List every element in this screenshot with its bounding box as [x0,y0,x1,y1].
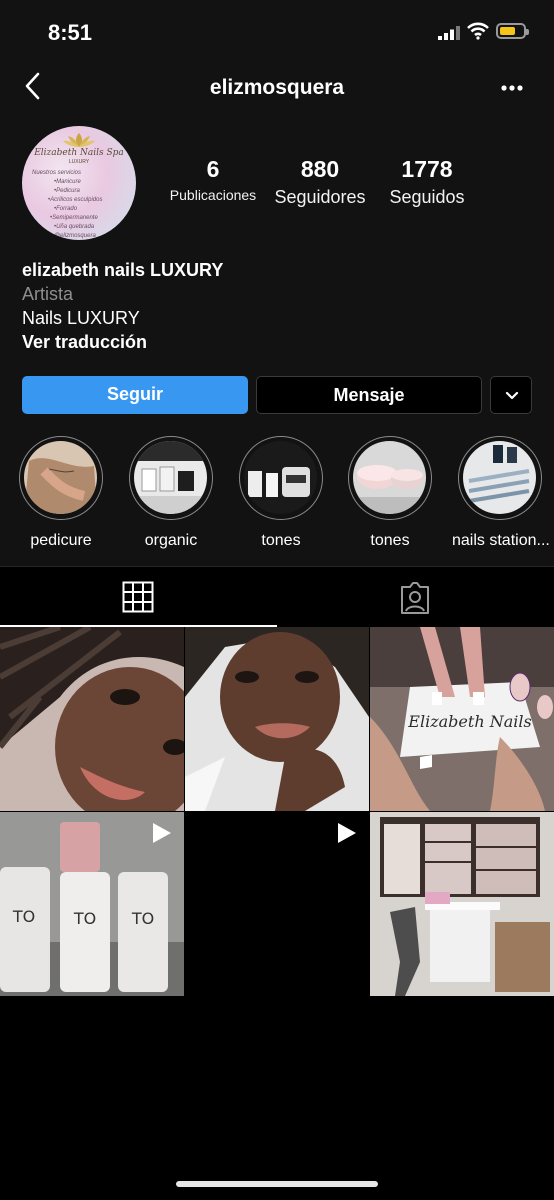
stat-following-count: 1778 [401,156,453,182]
stat-followers[interactable]: 880 Seguidores [268,156,372,208]
highlight-cover [353,441,426,514]
bio-text: Nails LUXURY [22,308,140,328]
bio-name: elizabeth nails LUXURY [22,260,224,280]
bio: elizabeth nails LUXURY Artista Nails LUX… [22,258,223,354]
svg-text:TO: TO [73,909,96,928]
highlight-ring [19,436,103,520]
see-translation-link[interactable]: Ver traducción [22,330,223,354]
suggested-dropdown-button[interactable] [490,376,532,414]
highlight-ring [458,436,542,520]
avatar-service-line: Nuestros servicios [32,170,82,176]
highlight-tones-1[interactable]: tones [233,436,329,550]
highlight-cover [24,441,97,514]
stat-posts[interactable]: 6 Publicaciones [160,156,266,203]
post-thumbnail[interactable] [185,812,369,996]
highlight-label: tones [261,532,301,549]
status-time: 8:51 [48,20,93,45]
stat-posts-count: 6 [206,156,220,182]
highlight-organic[interactable]: organic [123,436,219,550]
more-options-icon[interactable] [498,78,526,98]
highlight-nails-station[interactable]: nails station... [452,436,550,550]
avatar-brand-sub: LUXURY [68,159,90,165]
avatar[interactable]: Elizabeth Nails Spa LUXURY Nuestros serv… [22,126,136,240]
avatar-service-line: •Manicure [54,179,81,185]
post-thumbnail[interactable]: TO TO TO [0,812,184,996]
signal-icon [438,26,460,40]
avatar-service-line: •Forrado [54,206,78,212]
avatar-services: Nuestros servicios •Manicure •Pedicura •… [32,169,102,240]
highlight-label: tones [370,532,410,549]
video-play-icon [153,823,171,843]
video-play-icon [338,823,356,843]
highlight-cover [134,441,207,514]
tagged-person-icon [401,582,429,614]
svg-text:TO: TO [12,907,35,926]
avatar-service-line: •Pedicura [54,188,80,194]
stat-followers-label: Seguidores [274,187,366,207]
profile-tabs [0,566,554,627]
stat-followers-count: 880 [300,156,340,182]
profile-header: elizmosquera [0,60,554,118]
highlight-label: organic [144,532,198,549]
tab-grid[interactable] [0,567,277,627]
profile-section: Elizabeth Nails Spa LUXURY Nuestros serv… [0,118,554,566]
avatar-service-line: •Uña quebrada [54,224,95,230]
highlight-ring [348,436,432,520]
svg-text:Elizabeth Nails: Elizabeth Nails [407,712,531,731]
highlight-pedicure[interactable]: pedicure [13,436,109,550]
avatar-service-line: •Semipermanente [50,215,98,221]
highlight-cover [463,441,536,514]
follow-button[interactable]: Seguir [22,376,248,414]
highlight-tones-2[interactable]: tones [342,436,438,550]
post-thumbnail[interactable]: Elizabeth Nails [370,627,554,811]
svg-text:TO: TO [131,909,154,928]
wifi-icon [467,22,489,40]
highlight-ring [239,436,323,520]
stat-following[interactable]: 1778 Seguidos [380,156,474,208]
highlight-cover [244,441,317,514]
battery-icon [496,23,529,39]
post-thumbnail[interactable] [185,627,369,811]
bio-category: Artista [22,284,74,304]
avatar-service-line: @elizmosquera [54,233,96,239]
stat-posts-label: Publicaciones [169,187,257,203]
grid-icon [122,581,154,613]
lotus-logo-icon [63,133,95,147]
highlight-label: pedicure [30,532,92,549]
post-thumbnail[interactable] [0,627,184,811]
header-username: elizmosquera [209,76,345,99]
message-button[interactable]: Mensaje [256,376,482,414]
highlight-ring [129,436,213,520]
avatar-brand: Elizabeth Nails Spa [34,148,124,158]
home-indicator[interactable] [176,1181,378,1187]
post-thumbnail[interactable] [370,812,554,996]
status-bar: 8:51 [0,0,554,60]
avatar-service-line: •Acrilicos esculpidos [48,197,103,203]
chevron-down-icon [505,391,519,400]
highlight-label: nails station... [452,532,550,549]
tab-tagged[interactable] [277,567,554,627]
stat-following-label: Seguidos [389,187,465,207]
